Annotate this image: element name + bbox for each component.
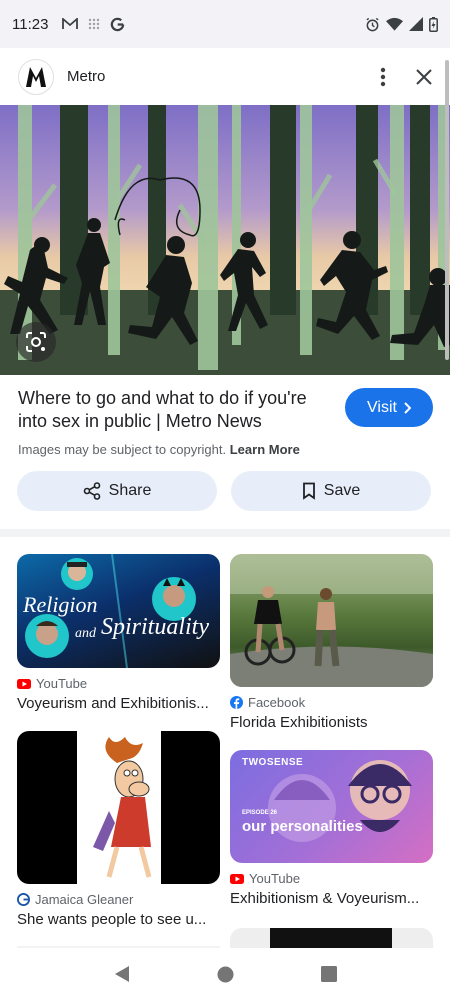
source-line: Jamaica Gleaner [17,892,220,907]
status-time: 11:23 [12,15,49,33]
related-thumb-4[interactable]: TWOSENSE EPISODE 26 our personalities [230,750,433,863]
source-line: YouTube [230,871,433,886]
gmail-icon [62,18,79,30]
youtube-icon [17,678,31,689]
wifi-icon [386,17,403,31]
battery-icon [429,16,438,32]
source-header: Metro [0,48,450,105]
related-card-1[interactable]: Religion and Spirituality YouTube Voyeur… [17,554,220,712]
copyright-text: Images may be subject to copyright. [18,442,227,457]
section-divider [0,529,450,537]
share-icon [83,482,101,500]
cell-signal-icon [409,17,423,31]
visit-button[interactable]: Visit [345,388,433,427]
thumb-text-episode: EPISODE 26 [242,810,278,816]
related-caption[interactable]: Exhibitionism & Voyeurism... [230,890,430,907]
copyright-note: Images may be subject to copyright. Lear… [18,442,328,457]
result-info: Where to go and what to do if you're int… [18,387,328,457]
source-name: Jamaica Gleaner [35,892,134,907]
back-icon[interactable] [114,965,130,983]
bookmark-icon [302,482,316,500]
related-thumb-1[interactable]: Religion and Spirituality [17,554,220,668]
learn-more-link[interactable]: Learn More [230,442,300,457]
chevron-right-icon [403,401,411,414]
alarm-icon [365,17,380,32]
close-icon[interactable] [416,68,432,85]
status-bar: 11:23 [0,0,450,48]
site-name: Metro [67,68,106,85]
related-card-2[interactable]: Facebook Florida Exhibitionists [230,554,433,731]
youtube-icon [230,873,244,884]
thumb-text-religion: Religion [23,592,98,617]
google-lens-icon[interactable] [16,322,56,362]
navigation-bar [0,948,450,1000]
related-card-4[interactable]: TWOSENSE EPISODE 26 our personalities Yo… [230,750,433,907]
grid-dots-icon [88,18,100,30]
facebook-icon [230,696,243,709]
preview-image[interactable] [0,105,450,375]
home-icon[interactable] [217,966,234,983]
source-line: Facebook [230,695,433,710]
result-title[interactable]: Where to go and what to do if you're int… [18,387,328,433]
thumb-text-brand: TWOSENSE [242,757,304,768]
thumb-text-spirituality: Spirituality [101,614,209,640]
save-label: Save [323,482,361,499]
recents-icon[interactable] [320,966,337,982]
save-button[interactable]: Save [231,471,431,511]
google-g-icon [110,17,125,32]
share-button[interactable]: Share [17,471,217,511]
visit-label: Visit [367,398,397,416]
more-options-icon[interactable] [380,67,386,87]
related-caption[interactable]: Florida Exhibitionists [230,714,430,731]
card-peek-right[interactable] [230,928,433,948]
related-thumb-3[interactable] [17,731,220,884]
site-logo [18,58,54,95]
scrollbar[interactable] [445,60,449,360]
source-name: YouTube [249,871,301,886]
thumb-text-and: and [75,626,96,641]
related-caption[interactable]: Voyeurism and Exhibitionis... [17,695,217,712]
share-label: Share [108,482,152,499]
source-name: YouTube [36,676,88,691]
source-line: YouTube [17,676,220,691]
gleaner-icon [17,893,30,906]
related-card-3[interactable]: Jamaica Gleaner She wants people to see … [17,731,220,928]
thumb-text-title: our personalities [242,818,363,835]
related-thumb-2[interactable] [230,554,433,687]
related-caption[interactable]: She wants people to see u... [17,911,217,928]
source-name: Facebook [248,695,306,710]
